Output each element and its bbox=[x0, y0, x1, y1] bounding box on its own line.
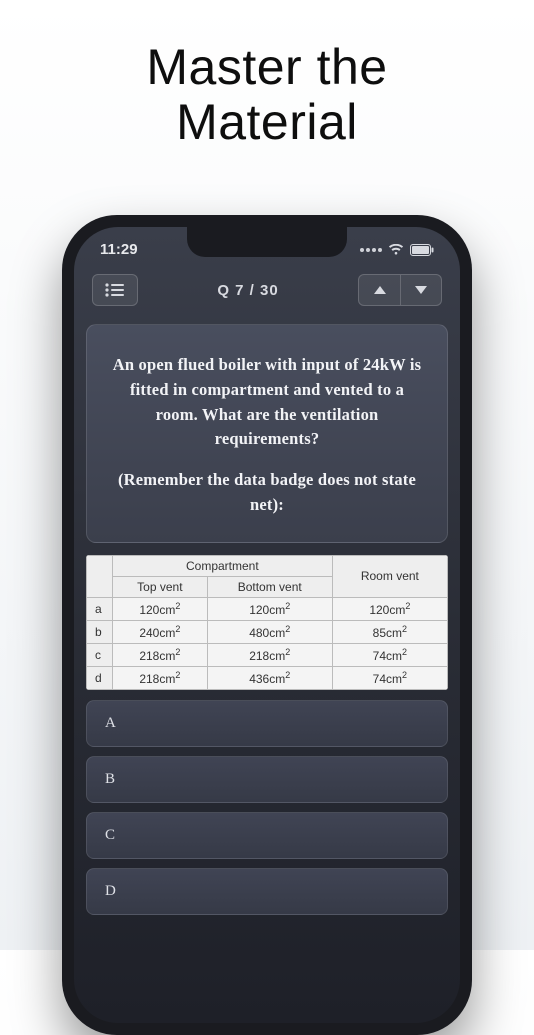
marketing-headline: Master the Material bbox=[0, 0, 534, 175]
answer-option-a[interactable]: A bbox=[86, 700, 448, 747]
phone-frame: 11:29 Q 7 / 30 bbox=[62, 215, 472, 1035]
menu-button[interactable] bbox=[92, 274, 138, 306]
th-top: Top vent bbox=[113, 576, 208, 597]
phone-notch bbox=[187, 227, 347, 257]
th-bottom: Bottom vent bbox=[207, 576, 332, 597]
answers-list: A B C D bbox=[86, 700, 448, 915]
next-button[interactable] bbox=[400, 274, 442, 306]
phone-screen: 11:29 Q 7 / 30 bbox=[74, 227, 460, 1023]
data-table: Compartment Room vent Top vent Bottom ve… bbox=[86, 555, 448, 690]
status-time: 11:29 bbox=[100, 241, 138, 258]
nav-bar: Q 7 / 30 bbox=[74, 266, 460, 318]
signal-icon bbox=[360, 248, 382, 252]
table-row: d 218cm2 436cm2 74cm2 bbox=[87, 666, 448, 689]
list-icon bbox=[105, 283, 125, 297]
question-text-2: (Remember the data badge does not state … bbox=[107, 468, 427, 518]
status-indicators bbox=[360, 244, 434, 256]
question-card: An open flued boiler with input of 24kW … bbox=[86, 324, 448, 543]
answer-option-c[interactable]: C bbox=[86, 812, 448, 859]
th-room: Room vent bbox=[332, 555, 447, 597]
answer-option-b[interactable]: B bbox=[86, 756, 448, 803]
chevron-up-icon bbox=[373, 285, 387, 295]
question-text-1: An open flued boiler with input of 24kW … bbox=[107, 353, 427, 452]
wifi-icon bbox=[388, 244, 404, 256]
table-row: b 240cm2 480cm2 85cm2 bbox=[87, 620, 448, 643]
table-row: a 120cm2 120cm2 120cm2 bbox=[87, 597, 448, 620]
battery-icon bbox=[410, 244, 434, 256]
question-progress: Q 7 / 30 bbox=[217, 282, 278, 299]
answer-option-d[interactable]: D bbox=[86, 868, 448, 915]
chevron-down-icon bbox=[414, 285, 428, 295]
table-row: c 218cm2 218cm2 74cm2 bbox=[87, 643, 448, 666]
prev-button[interactable] bbox=[358, 274, 400, 306]
th-compartment: Compartment bbox=[113, 555, 333, 576]
